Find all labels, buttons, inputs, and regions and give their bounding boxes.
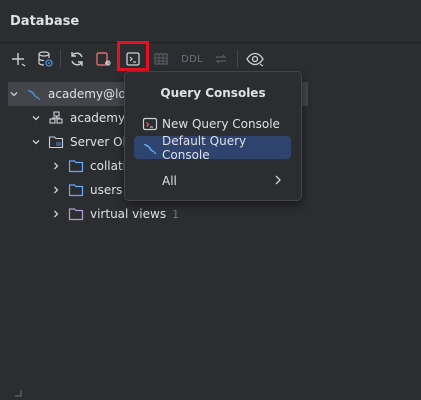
chevron-down-icon[interactable]	[30, 112, 42, 124]
tree-node-label: Server Ob	[70, 135, 131, 149]
folder-icon	[68, 182, 84, 198]
toolbar-separator	[60, 50, 61, 68]
mysql-dolphin-icon	[26, 86, 42, 102]
resize-corner-icon	[14, 386, 22, 397]
chevron-down-icon[interactable]	[8, 88, 20, 100]
highlight-box	[117, 41, 149, 71]
tree-node-schema[interactable]: academy	[30, 106, 125, 130]
default-query-console-item[interactable]: Default Query Console	[134, 133, 291, 162]
tree-node-users[interactable]: users	[50, 178, 122, 202]
menu-item-label: New Query Console	[162, 116, 280, 131]
tree-node-virtual-views[interactable]: virtual views 1	[50, 202, 179, 226]
refresh-icon[interactable]	[66, 48, 88, 70]
folder-icon	[68, 158, 84, 174]
new-query-console-item[interactable]: New Query Console	[134, 112, 291, 135]
chevron-right-icon[interactable]	[50, 208, 62, 220]
chevron-right-icon	[273, 174, 283, 189]
menu-item-label: Default Query Console	[162, 133, 247, 162]
tree-node-label: academy	[70, 111, 126, 125]
all-consoles-item[interactable]: All	[134, 169, 291, 192]
disconnect-icon[interactable]	[92, 48, 114, 70]
chevron-right-icon[interactable]	[50, 184, 62, 196]
table-view-icon[interactable]	[150, 48, 172, 70]
schema-icon	[48, 110, 64, 126]
tree-node-label: users	[90, 183, 123, 197]
tree-node-label: virtual views	[90, 207, 167, 221]
chevron-down-icon[interactable]	[30, 136, 42, 148]
panel-header: Database	[0, 0, 421, 43]
mysql-dolphin-icon	[142, 140, 158, 156]
server-objects-icon	[48, 134, 64, 150]
data-source-properties-icon[interactable]	[34, 48, 56, 70]
console-icon	[142, 116, 158, 132]
chevron-right-icon[interactable]	[50, 160, 62, 172]
tree-node-label: academy@lo	[48, 87, 126, 101]
compare-arrows-icon[interactable]	[210, 48, 232, 70]
query-consoles-popup: Query Consoles New Query Console Default…	[124, 71, 302, 201]
eye-icon[interactable]	[244, 48, 266, 70]
panel-title: Database	[10, 14, 80, 29]
toolbar-separator	[237, 50, 238, 68]
item-count: 1	[172, 207, 180, 221]
folder-icon	[68, 206, 84, 222]
tree-node-server-objects[interactable]: Server Ob	[30, 130, 130, 154]
menu-item-label: All	[162, 173, 177, 188]
popup-title: Query Consoles	[160, 86, 266, 100]
ddl-button[interactable]: DDL	[178, 48, 206, 70]
add-icon[interactable]	[7, 48, 29, 70]
tree-node-collations[interactable]: collatio	[50, 154, 133, 178]
